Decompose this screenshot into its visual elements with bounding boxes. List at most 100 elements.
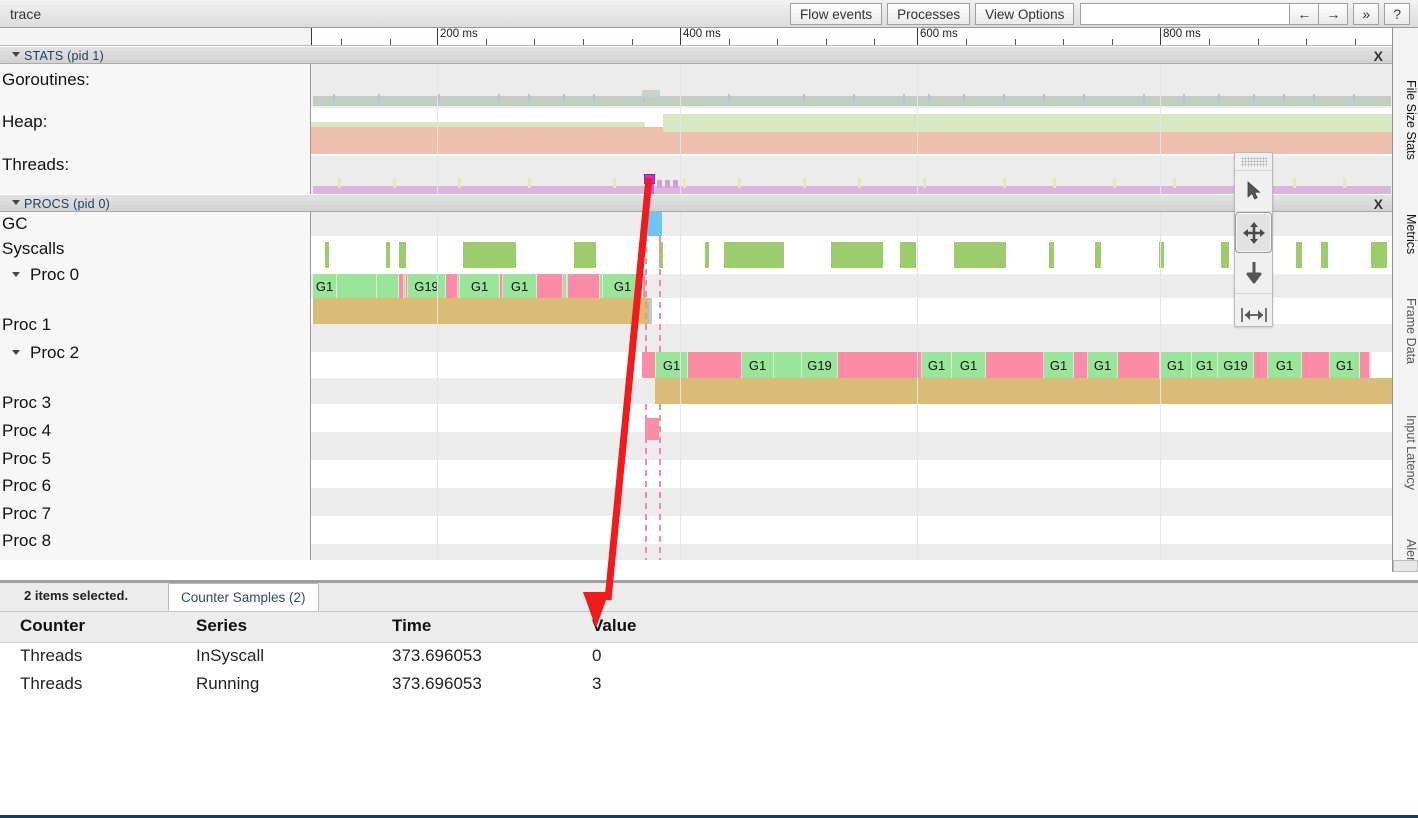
ruler-minor-tick xyxy=(1306,39,1307,45)
track-label-proc8[interactable]: Proc 8 xyxy=(2,531,51,551)
tab-counter-samples[interactable]: Counter Samples (2) xyxy=(168,583,319,611)
column-header-series[interactable]: Series xyxy=(196,616,247,636)
track-label-proc1[interactable]: Proc 1 xyxy=(2,315,51,335)
search-input[interactable] xyxy=(1080,3,1291,25)
ruler-minor-tick xyxy=(583,39,584,45)
goroutine-tick xyxy=(1283,94,1285,102)
right-tab-strip: File Size Stats Metrics Frame Data Input… xyxy=(1392,28,1418,572)
goroutine-tick xyxy=(593,94,595,102)
thread-tick xyxy=(393,178,396,188)
grid-line-600ms-stats xyxy=(917,64,918,203)
heap-pink-left xyxy=(311,127,663,154)
ruler-minor-tick xyxy=(632,39,633,45)
four-way-arrow-icon xyxy=(1242,221,1265,244)
close-icon-stats[interactable]: X xyxy=(1374,47,1383,65)
cursor-arrow-icon xyxy=(1247,181,1261,200)
pan-tool[interactable] xyxy=(1235,212,1272,253)
goroutine-tick xyxy=(903,94,905,102)
goroutine-tick xyxy=(1353,94,1355,102)
procs-canvas[interactable]: G1 G19 G1 G1 G1 G1 G1 G19 G1 G1 G1 G1 G1 G1 G19 G1 G1 xyxy=(311,212,1393,560)
table-row[interactable]: Threads Running 373.696053 3 xyxy=(0,671,1418,699)
chevron-down-icon-proc2[interactable] xyxy=(12,350,20,355)
search-next-button[interactable]: → xyxy=(1318,3,1349,25)
ruler-label-0: 200 ms xyxy=(440,28,478,40)
stats-canvas[interactable] xyxy=(311,64,1393,203)
timeline-scrollbar[interactable] xyxy=(1393,560,1418,572)
selection-pink-block[interactable] xyxy=(645,352,655,378)
group-label-procs: PROCS (pid 0) xyxy=(24,197,110,211)
vertical-resize-tool[interactable] xyxy=(1235,253,1272,294)
selection-pink-block[interactable] xyxy=(645,418,659,440)
column-header-time[interactable]: Time xyxy=(392,616,431,636)
tab-alerts[interactable]: Alerts xyxy=(1393,524,1418,586)
track-label-proc4[interactable]: Proc 4 xyxy=(2,421,51,441)
tab-input-latency[interactable]: Input Latency xyxy=(1393,394,1418,512)
close-icon-procs[interactable]: X xyxy=(1374,195,1383,213)
tab-file-size-stats[interactable]: File Size Stats xyxy=(1393,56,1418,184)
ruler-ticks[interactable]: 200 ms 400 ms 600 ms 800 ms xyxy=(311,28,1418,45)
thread-peak-0 xyxy=(657,180,662,188)
help-button[interactable]: ? xyxy=(1384,3,1410,25)
goroutine-tick xyxy=(528,94,530,102)
group-header-procs[interactable]: PROCS (pid 0) X xyxy=(0,194,1393,212)
left-right-arrow-icon xyxy=(1240,307,1267,322)
thread-tick xyxy=(338,178,341,188)
track-label-proc2[interactable]: Proc 2 xyxy=(30,343,79,363)
goroutine-tick xyxy=(1253,94,1255,102)
track-label-threads[interactable]: Threads: xyxy=(2,155,69,175)
goroutine-tick xyxy=(563,94,565,102)
chevron-down-icon-proc0[interactable] xyxy=(12,272,20,277)
processes-button[interactable]: Processes xyxy=(887,3,971,25)
grid-line-400ms-procs xyxy=(680,212,681,560)
track-label-goroutines[interactable]: Goroutines: xyxy=(2,70,90,90)
details-tab-bar: 2 items selected. Counter Samples (2) xyxy=(0,583,1418,612)
group-label-stats: STATS (pid 1) xyxy=(24,49,104,63)
grid-line-800ms-stats xyxy=(1160,64,1161,203)
chevron-down-icon-procs[interactable] xyxy=(12,200,20,205)
chevron-down-icon[interactable] xyxy=(12,52,20,57)
view-options-button[interactable]: View Options xyxy=(975,3,1075,25)
track-label-proc7[interactable]: Proc 7 xyxy=(2,504,51,524)
ruler-minor-tick xyxy=(1015,39,1016,45)
tab-frame-data[interactable]: Frame Data xyxy=(1393,282,1418,380)
table-row[interactable]: Threads InSyscall 373.696053 0 xyxy=(0,643,1418,671)
track-label-proc5[interactable]: Proc 5 xyxy=(2,449,51,469)
track-label-proc3[interactable]: Proc 3 xyxy=(2,393,51,413)
thread-tick xyxy=(858,178,861,188)
goroutine-tick xyxy=(1183,94,1185,102)
ruler-label-2: 600 ms xyxy=(920,28,958,40)
goroutines-peak xyxy=(642,90,660,97)
selection-dashed-line xyxy=(645,236,647,324)
down-arrow-icon xyxy=(1246,262,1261,284)
thread-peak-1 xyxy=(665,180,670,188)
select-cursor-tool[interactable] xyxy=(1235,171,1272,212)
top-toolbar: trace Flow events Processes View Options… xyxy=(0,0,1418,28)
horizontal-resize-tool[interactable] xyxy=(1235,294,1272,335)
ruler-minor-tick xyxy=(390,39,391,45)
track-label-syscalls[interactable]: Syscalls xyxy=(2,239,64,259)
goroutine-tick xyxy=(498,94,500,102)
selection-dashed-line xyxy=(645,324,647,352)
thread-tick xyxy=(1113,178,1116,188)
time-ruler[interactable]: 200 ms 400 ms 600 ms 800 ms xyxy=(0,28,1418,46)
cell-time: 373.696053 xyxy=(392,646,482,665)
overflow-menu-button[interactable]: » xyxy=(1353,3,1380,25)
search-prev-button[interactable]: ← xyxy=(1289,3,1320,25)
group-header-stats[interactable]: STATS (pid 1) X xyxy=(0,46,1393,64)
flow-events-button[interactable]: Flow events xyxy=(790,3,883,25)
column-header-counter[interactable]: Counter xyxy=(20,616,85,636)
column-header-value[interactable]: Value xyxy=(592,616,636,636)
ruler-minor-tick xyxy=(486,39,487,45)
timeline-body: STATS (pid 1) X Goroutines: Heap: Thread… xyxy=(0,46,1393,560)
goroutine-tick xyxy=(1313,94,1315,102)
navigation-tool-widget[interactable] xyxy=(1234,152,1273,327)
goroutines-counter-strip[interactable] xyxy=(313,94,1391,106)
track-label-proc6[interactable]: Proc 6 xyxy=(2,476,51,496)
ruler-minor-tick xyxy=(1355,39,1356,45)
goroutine-tick xyxy=(803,94,805,102)
tab-metrics[interactable]: Metrics xyxy=(1393,198,1418,270)
track-label-proc0[interactable]: Proc 0 xyxy=(30,265,79,285)
track-label-heap[interactable]: Heap: xyxy=(2,112,47,132)
drag-handle-icon[interactable] xyxy=(1235,153,1272,171)
track-label-gc[interactable]: GC xyxy=(2,214,28,234)
